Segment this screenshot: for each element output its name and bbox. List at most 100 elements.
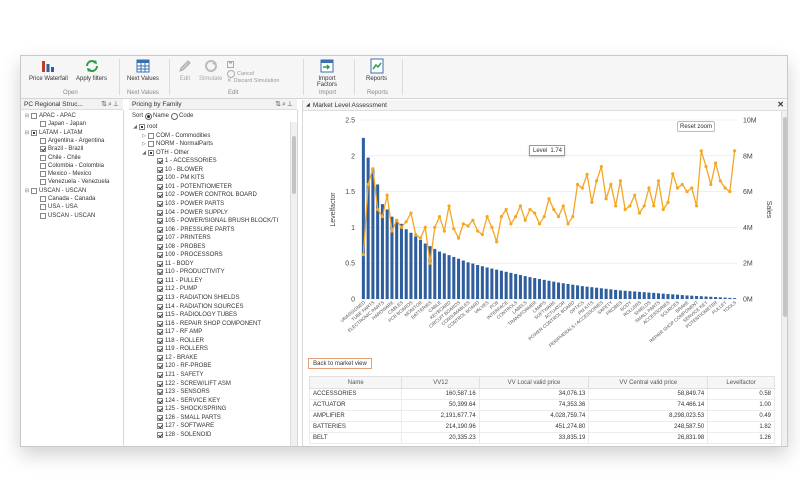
levelfactor-point[interactable]: [428, 261, 432, 265]
tree-item[interactable]: 107 - PRINTERS: [150, 234, 211, 242]
tree-item[interactable]: Chile - Chile: [33, 154, 81, 162]
bar[interactable]: [409, 232, 413, 299]
levelfactor-point[interactable]: [537, 222, 542, 226]
levelfactor-point[interactable]: [690, 186, 694, 190]
bar[interactable]: [714, 297, 718, 299]
levelfactor-point[interactable]: [614, 204, 618, 208]
scrollbar-thumb[interactable]: [783, 117, 787, 317]
tree-item[interactable]: 106 - PRESSURE PARTS: [150, 226, 234, 234]
tree-checkbox[interactable]: [157, 158, 163, 165]
tree-item[interactable]: Colombia - Colombia: [33, 162, 104, 170]
tree-item[interactable]: 123 - SENSORS: [150, 388, 210, 396]
tree-item[interactable]: Mexico - Mexico: [33, 170, 91, 178]
tree-item[interactable]: 122 - SCREW/LIFT ASM: [150, 380, 231, 388]
tree-checkbox[interactable]: [157, 329, 163, 336]
close-icon[interactable]: ✕: [777, 100, 784, 109]
bar[interactable]: [695, 295, 699, 299]
levelfactor-point[interactable]: [604, 197, 608, 201]
expand-toggle-icon[interactable]: ⊟: [24, 188, 30, 194]
levelfactor-point[interactable]: [656, 179, 661, 183]
tree-checkbox[interactable]: [139, 124, 145, 130]
tree-item[interactable]: Canada - Canada: [33, 195, 95, 203]
tree-item[interactable]: 10 - BLOWER: [150, 166, 203, 174]
tree-item[interactable]: 12 - BRAKE: [150, 354, 197, 362]
tree-item[interactable]: 127 - SOFTWARE: [150, 422, 214, 430]
expand-toggle-icon[interactable]: ◢: [141, 150, 147, 156]
pin-icon[interactable]: ⊥: [287, 101, 294, 108]
bar[interactable]: [642, 292, 646, 299]
sort-name-radio[interactable]: [145, 112, 153, 120]
bar[interactable]: [604, 288, 608, 299]
tree-checkbox[interactable]: [157, 226, 163, 233]
levelfactor-point[interactable]: [399, 225, 404, 229]
levelfactor-point[interactable]: [713, 161, 718, 165]
bar[interactable]: [599, 288, 603, 299]
levelfactor-point[interactable]: [456, 236, 461, 240]
expand-toggle-icon[interactable]: ◢: [132, 124, 138, 130]
tree-item[interactable]: 118 - ROLLER: [150, 337, 204, 345]
bar[interactable]: [414, 236, 418, 299]
bar[interactable]: [385, 209, 389, 300]
tree-item[interactable]: 117 - RF AMP: [150, 328, 202, 336]
expand-toggle-icon[interactable]: ⊟: [24, 130, 30, 136]
save-icon[interactable]: [227, 61, 234, 68]
bar[interactable]: [433, 248, 437, 299]
bar[interactable]: [499, 270, 503, 299]
tree-checkbox[interactable]: [157, 346, 163, 353]
levelfactor-point[interactable]: [571, 215, 575, 219]
levelfactor-point[interactable]: [542, 215, 546, 219]
levelfactor-point[interactable]: [718, 179, 722, 183]
discard-simulation-button[interactable]: ✕ Discard Simulation: [227, 78, 279, 84]
levelfactor-point[interactable]: [471, 218, 475, 222]
levelfactor-point[interactable]: [675, 186, 680, 190]
table-row[interactable]: ACTUATOR 50,399.64 74,353.36 74,466.14 1.00: [308, 399, 775, 411]
table-row[interactable]: BATTERIES 214,190.96 451,274.80 248,587.50 1…: [308, 421, 775, 433]
levelfactor-point[interactable]: [380, 215, 385, 219]
price-waterfall-button[interactable]: Price Waterfall: [29, 58, 68, 82]
levelfactor-point[interactable]: [452, 227, 456, 231]
bar[interactable]: [614, 289, 618, 299]
bar[interactable]: [547, 280, 551, 299]
tree-checkbox[interactable]: [157, 337, 163, 344]
tree-checkbox[interactable]: [40, 196, 46, 202]
levelfactor-point[interactable]: [585, 172, 589, 177]
family-tree-scrollbar[interactable]: [290, 122, 297, 446]
levelfactor-point[interactable]: [528, 207, 532, 212]
levelfactor-point[interactable]: [423, 225, 427, 229]
bar[interactable]: [576, 285, 580, 299]
bar[interactable]: [571, 284, 575, 299]
levelfactor-point[interactable]: [704, 164, 708, 169]
cancel-button[interactable]: Cancel: [227, 70, 254, 78]
bar[interactable]: [537, 278, 542, 299]
levelfactor-point[interactable]: [366, 182, 370, 187]
levelfactor-point[interactable]: [461, 222, 465, 226]
levelfactor-point[interactable]: [442, 229, 446, 233]
levelfactor-point[interactable]: [566, 222, 570, 226]
tree-checkbox[interactable]: [157, 303, 163, 310]
tree-item[interactable]: 101 - POTENTIOMETER: [150, 183, 232, 191]
tree-item[interactable]: 124 - SERVICE KEY: [150, 397, 220, 405]
levelfactor-point[interactable]: [709, 182, 713, 187]
bar[interactable]: [523, 276, 527, 299]
bar[interactable]: [418, 239, 423, 299]
tree-item[interactable]: USA - USA: [33, 203, 78, 211]
table-row[interactable]: ACCESSORIES 160,587.16 34,076.13 58,849.74 0…: [308, 388, 775, 400]
tree-item[interactable]: 119 - ROLLERS: [150, 345, 208, 353]
bar[interactable]: [533, 278, 537, 299]
levelfactor-point[interactable]: [685, 190, 689, 194]
tree-checkbox[interactable]: [40, 162, 46, 169]
bar[interactable]: [580, 286, 584, 299]
tree-item[interactable]: 108 - PROBES: [150, 243, 205, 251]
tree-checkbox[interactable]: [157, 192, 163, 199]
tree-checkbox[interactable]: [157, 423, 163, 430]
levelfactor-point[interactable]: [418, 236, 423, 240]
levelfactor-point[interactable]: [628, 204, 632, 208]
levelfactor-point[interactable]: [699, 149, 703, 153]
tree-checkbox[interactable]: [157, 363, 163, 370]
tree-checkbox[interactable]: [157, 277, 163, 284]
tree-item[interactable]: 105 - POWER/SIGNAL BRUSH BLOCK/TI: [150, 217, 278, 225]
bar[interactable]: [371, 168, 375, 299]
levelfactor-point[interactable]: [385, 193, 389, 197]
import-factors-button[interactable]: Import Factors: [317, 58, 337, 88]
tree-checkbox[interactable]: [157, 312, 163, 319]
